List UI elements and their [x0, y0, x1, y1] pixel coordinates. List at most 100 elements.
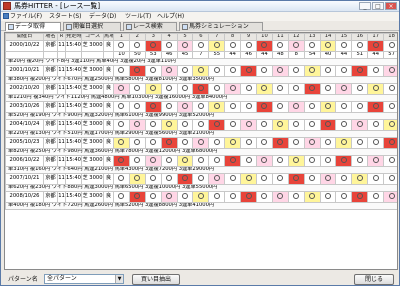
- horse-number-icon: [118, 103, 125, 110]
- horse-number-icon: [340, 157, 347, 164]
- race-row[interactable]: 2007/10/21 京都 11 15:40 芝 3000 良: [5, 173, 397, 185]
- horse-cell: [192, 191, 210, 203]
- race-row[interactable]: 2002/10/20 京都 11 15:40 芝 3000 良: [5, 83, 397, 95]
- race-row[interactable]: 2004/10/24 京都 11 15:40 芝 3000 良: [5, 119, 397, 131]
- horse-cell: [160, 65, 178, 77]
- race-row[interactable]: 2001/10/21 京都 11 15:40 芝 3000 良: [5, 65, 397, 77]
- payout-row[interactable]: 単220円 複130円 ワイド510円 馬連1700円 馬単2900円 3連複5…: [5, 130, 397, 138]
- extract-bets-button[interactable]: 買い目抽出: [132, 274, 180, 285]
- stat-row[interactable]: 10 50 53 46 45 7 55 44 46 44 48 8 54 40 44 51 44 57: [5, 51, 397, 59]
- close-button[interactable]: ×: [385, 2, 397, 10]
- race-r: 11: [57, 137, 66, 149]
- app-menu-icon: [3, 13, 9, 19]
- race-place: 京都: [43, 173, 58, 185]
- horse-number-icon: [309, 67, 316, 74]
- horse-number-icon: [293, 103, 300, 110]
- pattern-label: パターン名: [8, 276, 38, 283]
- horse-number-icon: [388, 121, 395, 128]
- horse-number-icon: [229, 139, 236, 146]
- horse-cell: [319, 83, 337, 95]
- horse-number-icon: [309, 103, 316, 110]
- payout-row[interactable]: 単310円 複160円 ワイド640円 馬連2100円 馬単4300円 3連複7…: [5, 166, 397, 174]
- payout-row[interactable]: 単520円 複190円 ワイド900円 馬連3200円 馬単6100円 3連複9…: [5, 112, 397, 120]
- payout-row[interactable]: 単620円 複230円 ワイド880円 馬連3000円 馬単6500円 3連複1…: [5, 184, 397, 192]
- horse-cell: [319, 65, 337, 77]
- horse-cell: [192, 155, 210, 167]
- menu-help[interactable]: ヘルプ(H): [157, 12, 184, 21]
- horse-number-icon: [325, 121, 332, 128]
- horse-cell: [144, 40, 162, 52]
- payout-row[interactable]: 単380円 複200円 ワイド670円 馬連2500円 馬単5800円 3連複8…: [5, 76, 397, 84]
- minimize-button[interactable]: _: [359, 2, 371, 10]
- horse-number-icon: [245, 67, 252, 74]
- race-r: 11: [57, 155, 66, 167]
- race-grid[interactable]: 開催日場名R発走時刻コース馬場1234567891011121314151617…: [4, 32, 398, 270]
- chevron-down-icon[interactable]: ▼: [115, 275, 123, 283]
- race-row[interactable]: 2000/10/22 京都 11 15:40 芝 3000 良: [5, 40, 397, 52]
- payout-row[interactable]: 単400円 複180円 ワイド720円 馬連2600円 馬単5200円 3連複8…: [5, 202, 397, 210]
- maximize-button[interactable]: □: [372, 2, 384, 10]
- horse-cell: [256, 83, 273, 95]
- horse-cell: [160, 137, 178, 149]
- payout-row[interactable]: 単20円 複20円 ワイド8円 3連110円 馬単40円 3連複20円 3連単1…: [5, 58, 397, 66]
- horse-number-icon: [229, 67, 236, 74]
- horse-number-icon: [261, 175, 268, 182]
- column-header: 3: [144, 33, 162, 41]
- tab-date-select[interactable]: 開催日選択: [63, 22, 121, 31]
- payout-row[interactable]: 単820円 複250円 ワイド980円 馬連3600円 馬単7800円 3連複1…: [5, 148, 397, 156]
- close-window-button[interactable]: 閉じる: [354, 274, 394, 285]
- horse-number-icon: [150, 67, 157, 74]
- race-r: 11: [57, 119, 66, 131]
- tab-data-fetch[interactable]: データ取得: [5, 22, 61, 31]
- horse-number-icon: [197, 157, 204, 164]
- horse-cell: [128, 65, 146, 77]
- horse-number-icon: [325, 42, 332, 49]
- tab-race-search[interactable]: レース検索: [123, 22, 177, 31]
- horse-number-icon: [293, 42, 300, 49]
- stat-cell: 44: [335, 51, 353, 59]
- race-going: 良: [103, 65, 114, 77]
- horse-cell: [224, 173, 242, 185]
- pattern-select[interactable]: 全パターン ▼: [44, 274, 124, 284]
- horse-cell: [383, 173, 397, 185]
- horse-cell: [287, 155, 305, 167]
- horse-cell: [383, 137, 397, 149]
- horse-cell: [192, 101, 210, 113]
- horse-cell: [160, 173, 178, 185]
- race-place: 京都: [43, 155, 58, 167]
- race-time: 15:40: [65, 137, 82, 149]
- horse-cell: [160, 119, 178, 131]
- horse-cell: [351, 119, 369, 131]
- horse-cell: [383, 155, 397, 167]
- horse-number-icon: [245, 42, 252, 49]
- horse-cell: [160, 101, 178, 113]
- race-row[interactable]: 2008/10/26 京都 11 15:40 芝 3000 良: [5, 191, 397, 203]
- menu-tools[interactable]: ツール(T): [125, 12, 151, 21]
- column-header: R: [57, 33, 66, 41]
- horse-number-icon: [388, 157, 395, 164]
- race-row[interactable]: 2005/10/23 京都 11 15:40 芝 3000 良: [5, 137, 397, 149]
- menu-start[interactable]: スタート(S): [49, 12, 82, 21]
- horse-number-icon: [356, 42, 363, 49]
- horse-number-icon: [213, 121, 220, 128]
- column-header: 14: [319, 33, 337, 41]
- horse-cell: [271, 40, 289, 52]
- race-date: 2002/10/20: [5, 83, 44, 95]
- payout-row[interactable]: 単1210円 複340円 ワイド1120円 馬連4800円 馬単10300円 3…: [5, 94, 397, 102]
- stat-spacer: [103, 51, 114, 59]
- horse-number-icon: [134, 193, 141, 200]
- horse-number-icon: [372, 67, 379, 74]
- horse-cell: [287, 40, 305, 52]
- horse-cell: [271, 137, 289, 149]
- horse-number-icon: [388, 103, 395, 110]
- horse-cell: [256, 155, 273, 167]
- race-row[interactable]: 2003/10/26 京都 11 15:40 芝 3000 良: [5, 101, 397, 113]
- race-place: 京都: [43, 119, 58, 131]
- horse-cell: [240, 40, 258, 52]
- race-row[interactable]: 2006/10/22 京都 11 15:40 芝 3000 良: [5, 155, 397, 167]
- tab-bet-simulation[interactable]: 馬券シミュレーション: [179, 22, 263, 31]
- menu-data[interactable]: データ(D): [89, 12, 116, 21]
- menu-file[interactable]: ファイル(F): [3, 12, 42, 21]
- horse-cell: [319, 40, 337, 52]
- payout-text: 単380円 複200円 ワイド670円 馬連2500円 馬単5800円 3連複8…: [5, 76, 397, 84]
